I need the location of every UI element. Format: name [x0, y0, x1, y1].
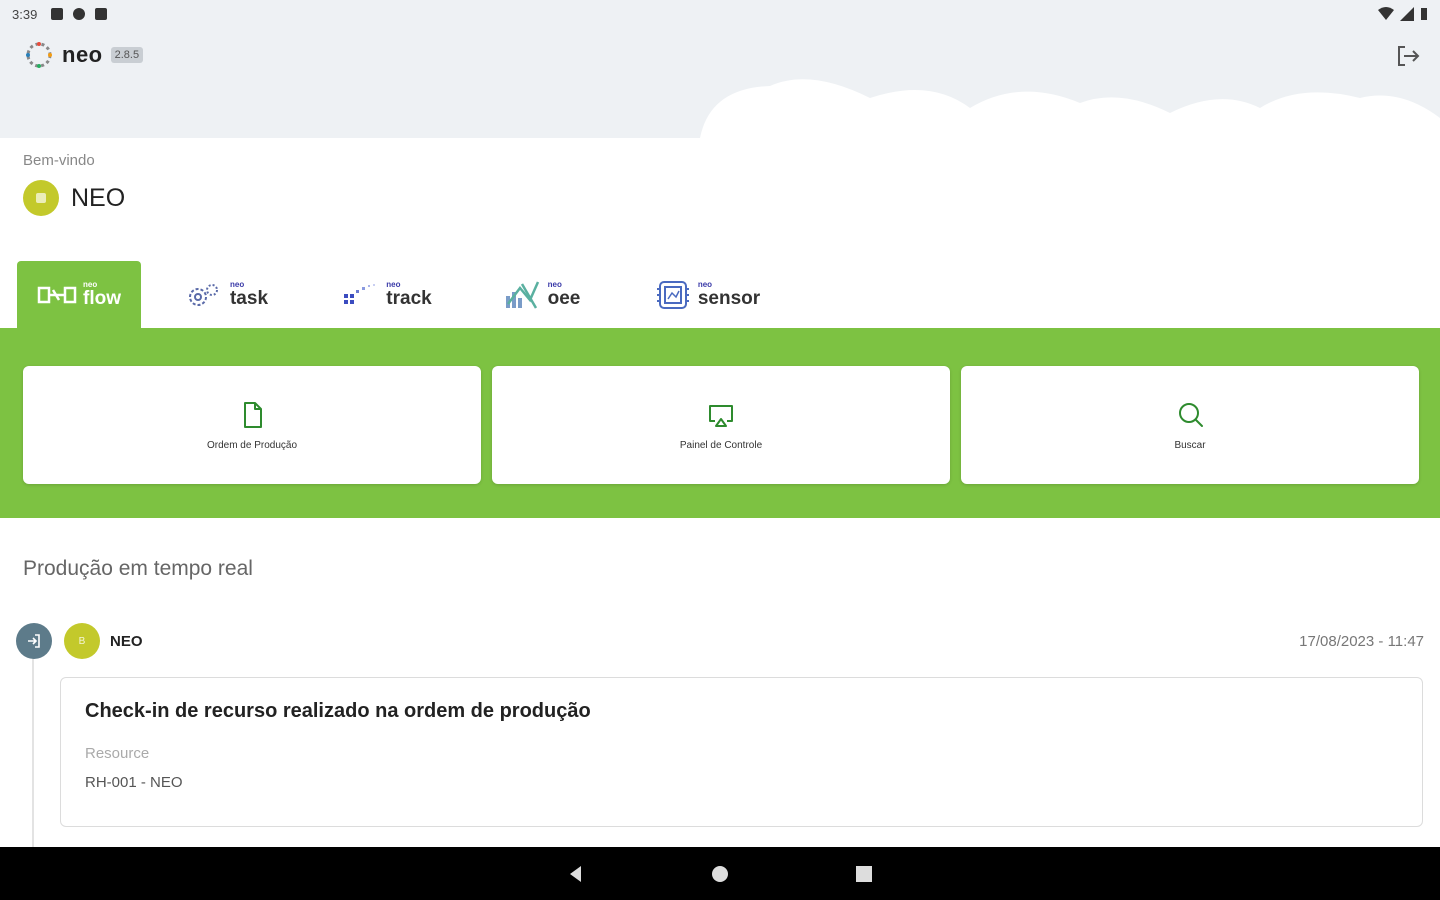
wifi-icon	[1378, 7, 1394, 20]
event-field-value: RH-001 - NEO	[85, 774, 183, 791]
action-panel: Ordem de Produção Painel de Controle Bus…	[0, 328, 1440, 518]
timeline-line	[32, 658, 34, 848]
notification-icon	[51, 8, 64, 20]
battery-icon	[1421, 8, 1427, 20]
user-row: NEO	[23, 180, 125, 216]
tab-oee[interactable]: neo oee	[461, 261, 621, 328]
card-label: Painel de Controle	[679, 439, 763, 451]
sensor-chip-icon	[656, 280, 689, 309]
tab-task[interactable]: neo task	[141, 261, 311, 328]
signal-icon	[1400, 7, 1414, 21]
tab-label: flow	[83, 288, 121, 309]
card-label: Ordem de Produção	[206, 439, 298, 451]
oee-chart-icon	[505, 280, 539, 309]
search-icon	[1179, 402, 1203, 427]
event-title: Check-in de recurso realizado na ordem d…	[85, 700, 591, 722]
status-right	[1378, 7, 1428, 21]
status-bar: 3:39	[0, 0, 1440, 28]
cast-screen-icon	[709, 404, 733, 427]
sim-icon	[95, 8, 108, 20]
home-button[interactable]	[710, 864, 730, 884]
avatar: B	[64, 623, 100, 659]
module-tabs: neo flow neo task neo track neo oee neo …	[17, 261, 791, 328]
tab-flow[interactable]: neo flow	[17, 261, 141, 328]
search-button[interactable]: Buscar	[961, 366, 1419, 484]
brand-name: neo	[62, 42, 103, 67]
back-triangle-icon	[570, 865, 581, 882]
event-date: 17/08/2023 - 11:47	[1299, 632, 1424, 650]
event-field-label: Resource	[85, 745, 150, 762]
app-header: neo 2.8.5	[0, 28, 1440, 138]
version-badge: 2.8.5	[110, 47, 144, 63]
document-icon	[244, 401, 262, 428]
track-icon	[344, 283, 376, 304]
section-title: Produção em tempo real	[23, 557, 253, 580]
login-arrow-icon	[28, 634, 40, 648]
gears-icon	[188, 283, 218, 306]
avatar	[23, 180, 59, 216]
user-name: NEO	[71, 183, 126, 212]
logout-icon[interactable]	[1394, 42, 1422, 70]
recents-square-icon	[856, 865, 872, 882]
tab-label: task	[229, 288, 269, 309]
welcome-label: Bem-vindo	[23, 152, 95, 169]
event-user: NEO	[110, 632, 143, 650]
brand: neo 2.8.5	[24, 40, 144, 70]
tab-label: oee	[547, 288, 581, 309]
tab-track[interactable]: neo track	[311, 261, 461, 328]
tab-label: sensor	[697, 288, 761, 309]
app-notification-icon	[73, 8, 86, 20]
action-cards: Ordem de Produção Painel de Controle Bus…	[23, 366, 1419, 484]
home-circle-icon	[712, 865, 728, 882]
event-card[interactable]: Check-in de recurso realizado na ordem d…	[60, 677, 1423, 827]
control-panel-button[interactable]: Painel de Controle	[492, 366, 950, 484]
flow-icon	[37, 286, 77, 303]
production-order-button[interactable]: Ordem de Produção	[23, 366, 481, 484]
system-nav-bar	[0, 847, 1440, 900]
neo-logo-icon	[26, 42, 52, 68]
status-time: 3:39	[12, 6, 38, 22]
recents-button[interactable]	[854, 864, 874, 884]
avatar-image	[36, 193, 46, 203]
clouds-decoration	[700, 79, 1440, 138]
tab-sensor[interactable]: neo sensor	[621, 261, 791, 328]
tab-label: track	[386, 288, 432, 309]
event-header: B NEO 17/08/2023 - 11:47	[16, 622, 1424, 660]
back-button[interactable]	[566, 864, 586, 884]
checkin-event-icon	[16, 623, 52, 659]
card-label: Buscar	[1174, 439, 1206, 451]
